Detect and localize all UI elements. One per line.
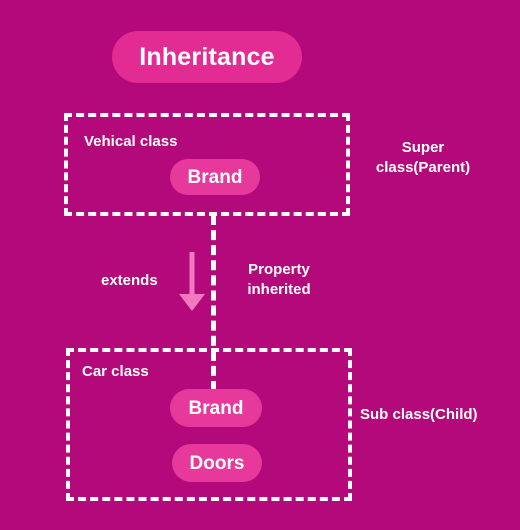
- property-inherited-label: Property inherited: [233, 260, 325, 301]
- property-inherited-line2: inherited: [247, 281, 311, 299]
- sub-class-name: Car class: [82, 363, 149, 380]
- super-class-role-label: Super class(Parent): [363, 138, 483, 179]
- sub-class-member-doors: Doors: [172, 444, 262, 482]
- super-class-member-brand: Brand: [170, 159, 260, 195]
- property-inherited-line1: Property: [248, 261, 310, 278]
- extends-label: extends: [101, 272, 158, 289]
- sub-class-role-label: Sub class(Child): [360, 406, 478, 423]
- page-title: Inheritance: [139, 42, 275, 71]
- member-label: Brand: [188, 397, 244, 419]
- member-label: Brand: [187, 166, 243, 188]
- diagram-title-pill: Inheritance: [112, 31, 302, 83]
- super-class-name: Vehical class: [84, 133, 178, 150]
- super-class-role-line2: class(Parent): [375, 159, 471, 177]
- member-label: Doors: [189, 452, 245, 474]
- super-class-role-line1: Super: [401, 139, 445, 156]
- sub-class-member-brand: Brand: [170, 389, 262, 427]
- down-arrow-icon: [179, 252, 205, 311]
- inheritance-diagram: Inheritance Vehical class Brand Super cl…: [0, 0, 520, 530]
